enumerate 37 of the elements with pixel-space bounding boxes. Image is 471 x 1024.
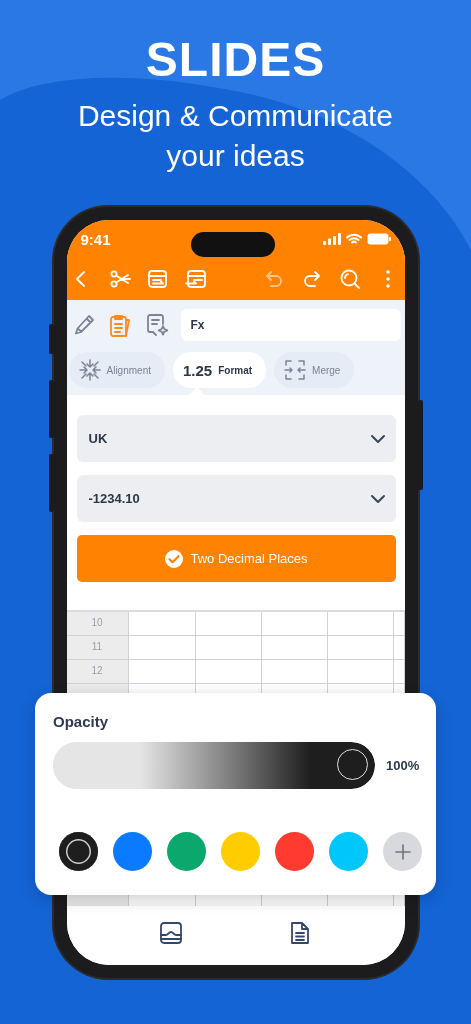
opacity-value: 100% (386, 758, 420, 773)
check-circle-icon (164, 548, 185, 569)
color-swatch[interactable] (329, 832, 368, 871)
document-icon[interactable] (288, 920, 312, 945)
color-swatch[interactable] (275, 832, 314, 871)
add-color-button[interactable] (383, 832, 422, 871)
scissors-icon[interactable] (108, 268, 131, 290)
search-icon[interactable] (338, 268, 361, 290)
chevron-down-icon (369, 493, 386, 504)
collapse-arrows-icon (78, 359, 101, 381)
opacity-slider[interactable] (53, 742, 375, 789)
color-swatch[interactable] (113, 832, 152, 871)
dropdown-field[interactable]: UK (76, 415, 396, 462)
dropdown-field[interactable]: -1234.10 (76, 475, 396, 522)
color-swatch[interactable] (167, 832, 206, 871)
color-swatch[interactable] (59, 832, 98, 871)
popup-title: Opacity (53, 713, 110, 730)
chevron-down-icon (369, 433, 386, 444)
battery-icon (366, 233, 391, 245)
sheet-icon[interactable] (159, 920, 183, 945)
plus-icon (394, 843, 411, 860)
color-swatch[interactable] (221, 832, 260, 871)
pencil-icon[interactable] (72, 313, 97, 337)
clipboard-icon[interactable] (108, 313, 133, 337)
headline-title: SLIDES (144, 32, 327, 88)
row-number: 12 (66, 660, 129, 683)
row-number: 11 (66, 636, 129, 659)
status-time: 9:41 (80, 230, 111, 248)
table-icon[interactable] (184, 268, 207, 290)
table-icon[interactable] (146, 268, 169, 290)
signal-icon (322, 233, 341, 245)
headline-subtitle: Design & Communicate your ideas (76, 98, 395, 174)
wifi-icon (345, 233, 362, 245)
formula-field[interactable]: Fx (180, 309, 401, 341)
row-number: 10 (66, 612, 129, 635)
merge-icon (284, 359, 307, 381)
comment-sparkle-icon[interactable] (144, 313, 169, 337)
